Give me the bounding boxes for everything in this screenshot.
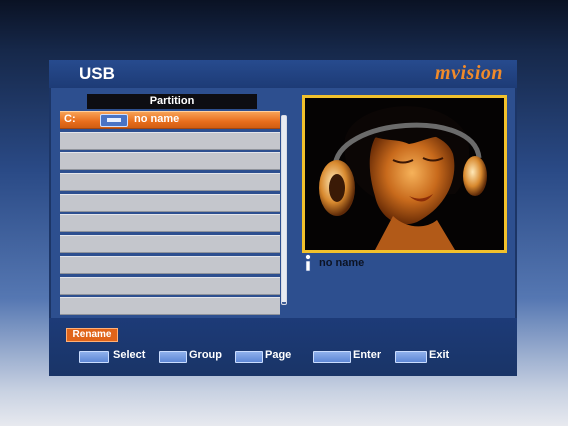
exit-key-icon xyxy=(395,351,427,363)
footer-bar xyxy=(49,318,517,376)
list-item[interactable] xyxy=(60,255,280,274)
list-item[interactable] xyxy=(60,214,280,233)
hard-drive-icon xyxy=(100,114,128,127)
scrollbar-thumb[interactable] xyxy=(282,116,286,302)
page-key-icon xyxy=(235,351,263,363)
rename-button[interactable]: Rename xyxy=(66,328,118,342)
drive-letter: C: xyxy=(64,113,76,125)
partition-name: no name xyxy=(134,113,180,125)
list-item[interactable] xyxy=(60,173,280,192)
hint-exit: Exit xyxy=(429,349,450,361)
list-item[interactable] xyxy=(60,193,280,212)
panel-header: USB mvision xyxy=(49,60,517,88)
tv-screen: USB mvision Partition C: no name no name… xyxy=(0,0,568,426)
list-scrollbar[interactable] xyxy=(281,115,287,305)
preview-image-frame xyxy=(302,95,507,253)
hint-select: Select xyxy=(113,349,146,361)
preview-photo xyxy=(305,98,504,250)
list-item[interactable] xyxy=(60,276,280,295)
list-item[interactable] xyxy=(60,152,280,171)
info-icon xyxy=(305,254,311,272)
usb-browser-panel: USB mvision Partition C: no name no name… xyxy=(49,60,517,376)
list-item[interactable] xyxy=(60,131,280,150)
hint-page: Page xyxy=(265,349,292,361)
brand-logo: mvision xyxy=(435,62,503,84)
up-down-key-icon xyxy=(79,351,109,363)
partition-column-header: Partition xyxy=(87,94,257,109)
list-item[interactable]: C: no name xyxy=(60,111,280,129)
ok-key-icon xyxy=(313,351,351,363)
hint-enter: Enter xyxy=(353,349,382,361)
partition-list[interactable]: C: no name xyxy=(60,111,280,318)
list-item[interactable] xyxy=(60,235,280,254)
left-right-key-icon xyxy=(159,351,187,363)
page-title: USB xyxy=(79,64,115,83)
preview-caption: no name xyxy=(319,257,365,269)
list-item[interactable] xyxy=(60,297,280,316)
hint-group: Group xyxy=(189,349,222,361)
